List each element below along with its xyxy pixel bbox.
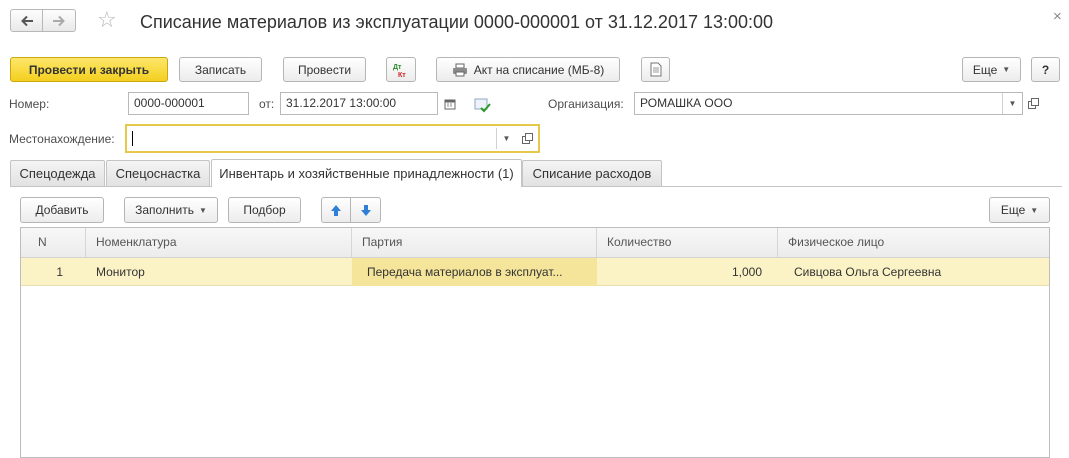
document-posted-icon bbox=[474, 98, 491, 112]
save-button[interactable]: Записать bbox=[179, 57, 262, 82]
table-header: N Номенклатура Партия Количество Физичес… bbox=[21, 228, 1049, 258]
chevron-down-icon: ▼ bbox=[199, 205, 207, 215]
organization-open-button[interactable] bbox=[1023, 93, 1043, 114]
row-nomenclature[interactable]: Монитор bbox=[86, 258, 352, 286]
table-row[interactable]: 1 Монитор Передача материалов в эксплуат… bbox=[21, 258, 1049, 286]
date-label: от: bbox=[259, 97, 275, 111]
tab-inventory[interactable]: Инвентарь и хозяйственные принадлежности… bbox=[211, 159, 522, 187]
number-field[interactable]: 0000-000001 bbox=[128, 92, 249, 115]
arrow-down-icon bbox=[360, 204, 371, 216]
inventory-table[interactable]: N Номенклатура Партия Количество Физичес… bbox=[20, 227, 1050, 458]
column-header-quantity[interactable]: Количество bbox=[597, 228, 778, 257]
add-button[interactable]: Добавить bbox=[20, 197, 104, 223]
post-and-close-button[interactable]: Провести и закрыть bbox=[10, 57, 168, 82]
tab-workwear[interactable]: Спецодежда bbox=[10, 160, 105, 186]
tab-special-equipment[interactable]: Спецоснастка bbox=[106, 160, 210, 186]
column-header-n[interactable]: N bbox=[21, 228, 86, 257]
posted-status-button[interactable] bbox=[473, 94, 493, 115]
forward-button[interactable] bbox=[43, 9, 76, 32]
dt-kt-button[interactable]: Дт Кт bbox=[386, 57, 416, 82]
row-batch[interactable]: Передача материалов в эксплуат... bbox=[352, 258, 597, 286]
act-writeoff-print-button[interactable]: Акт на списание (МБ-8) bbox=[436, 57, 620, 82]
chevron-down-icon: ▼ bbox=[1002, 65, 1011, 74]
svg-text:Кт: Кт bbox=[398, 72, 406, 79]
chevron-down-icon[interactable]: ▼ bbox=[1002, 93, 1022, 114]
more-label: Еще bbox=[972, 62, 998, 77]
number-label: Номер: bbox=[9, 97, 50, 111]
table-more-button[interactable]: Еще ▼ bbox=[989, 197, 1050, 223]
text-cursor bbox=[132, 131, 133, 147]
row-number: 1 bbox=[56, 265, 63, 279]
dt-kt-icon: Дт Кт bbox=[393, 64, 406, 79]
post-button[interactable]: Провести bbox=[283, 57, 366, 82]
help-button[interactable]: ? bbox=[1031, 57, 1060, 82]
favorite-star-icon[interactable]: ☆ bbox=[97, 8, 117, 32]
row-person[interactable]: Сивцова Ольга Сергеевна bbox=[778, 258, 1049, 286]
back-button[interactable] bbox=[10, 9, 43, 32]
move-down-button[interactable] bbox=[350, 197, 381, 223]
more-menu-button[interactable]: Еще ▼ bbox=[962, 57, 1021, 82]
tab-divider bbox=[10, 186, 1062, 187]
organization-value: РОМАШКА ООО bbox=[640, 96, 733, 110]
row-quantity[interactable]: 1,000 bbox=[597, 258, 778, 286]
organization-label: Организация: bbox=[548, 97, 624, 111]
printer-icon bbox=[452, 63, 468, 77]
close-icon[interactable]: × bbox=[1053, 9, 1062, 25]
tab-expense-writeoff[interactable]: Списание расходов bbox=[522, 160, 662, 186]
document-button[interactable] bbox=[641, 57, 670, 82]
arrow-up-icon bbox=[331, 204, 341, 216]
arrow-right-icon bbox=[53, 15, 65, 26]
open-icon[interactable] bbox=[517, 128, 537, 149]
column-header-batch[interactable]: Партия bbox=[352, 228, 597, 257]
svg-text:Дт: Дт bbox=[393, 64, 402, 71]
window-title: Списание материалов из эксплуатации 0000… bbox=[140, 12, 774, 32]
column-header-person[interactable]: Физическое лицо bbox=[778, 228, 1049, 257]
table-more-label: Еще bbox=[1000, 203, 1026, 217]
move-up-button[interactable] bbox=[321, 197, 351, 223]
column-header-nomenclature[interactable]: Номенклатура bbox=[86, 228, 352, 257]
location-label: Местонахождение: bbox=[9, 132, 115, 146]
chevron-down-icon[interactable]: ▼ bbox=[496, 128, 516, 149]
date-field[interactable]: 31.12.2017 13:00:00 bbox=[280, 92, 438, 115]
open-icon bbox=[1027, 98, 1039, 109]
fill-button[interactable]: Заполнить ▼ bbox=[124, 197, 218, 223]
fill-label: Заполнить bbox=[135, 203, 194, 217]
pick-button[interactable]: Подбор bbox=[228, 197, 301, 223]
organization-field[interactable]: РОМАШКА ООО ▼ bbox=[634, 92, 1023, 115]
calendar-button[interactable] bbox=[440, 93, 460, 114]
location-field[interactable]: ▼ bbox=[125, 124, 540, 153]
chevron-down-icon: ▼ bbox=[1030, 205, 1039, 215]
calendar-icon bbox=[444, 99, 456, 109]
document-icon bbox=[650, 62, 661, 77]
arrow-left-icon bbox=[20, 15, 33, 26]
act-writeoff-label: Акт на списание (МБ-8) bbox=[473, 62, 605, 77]
